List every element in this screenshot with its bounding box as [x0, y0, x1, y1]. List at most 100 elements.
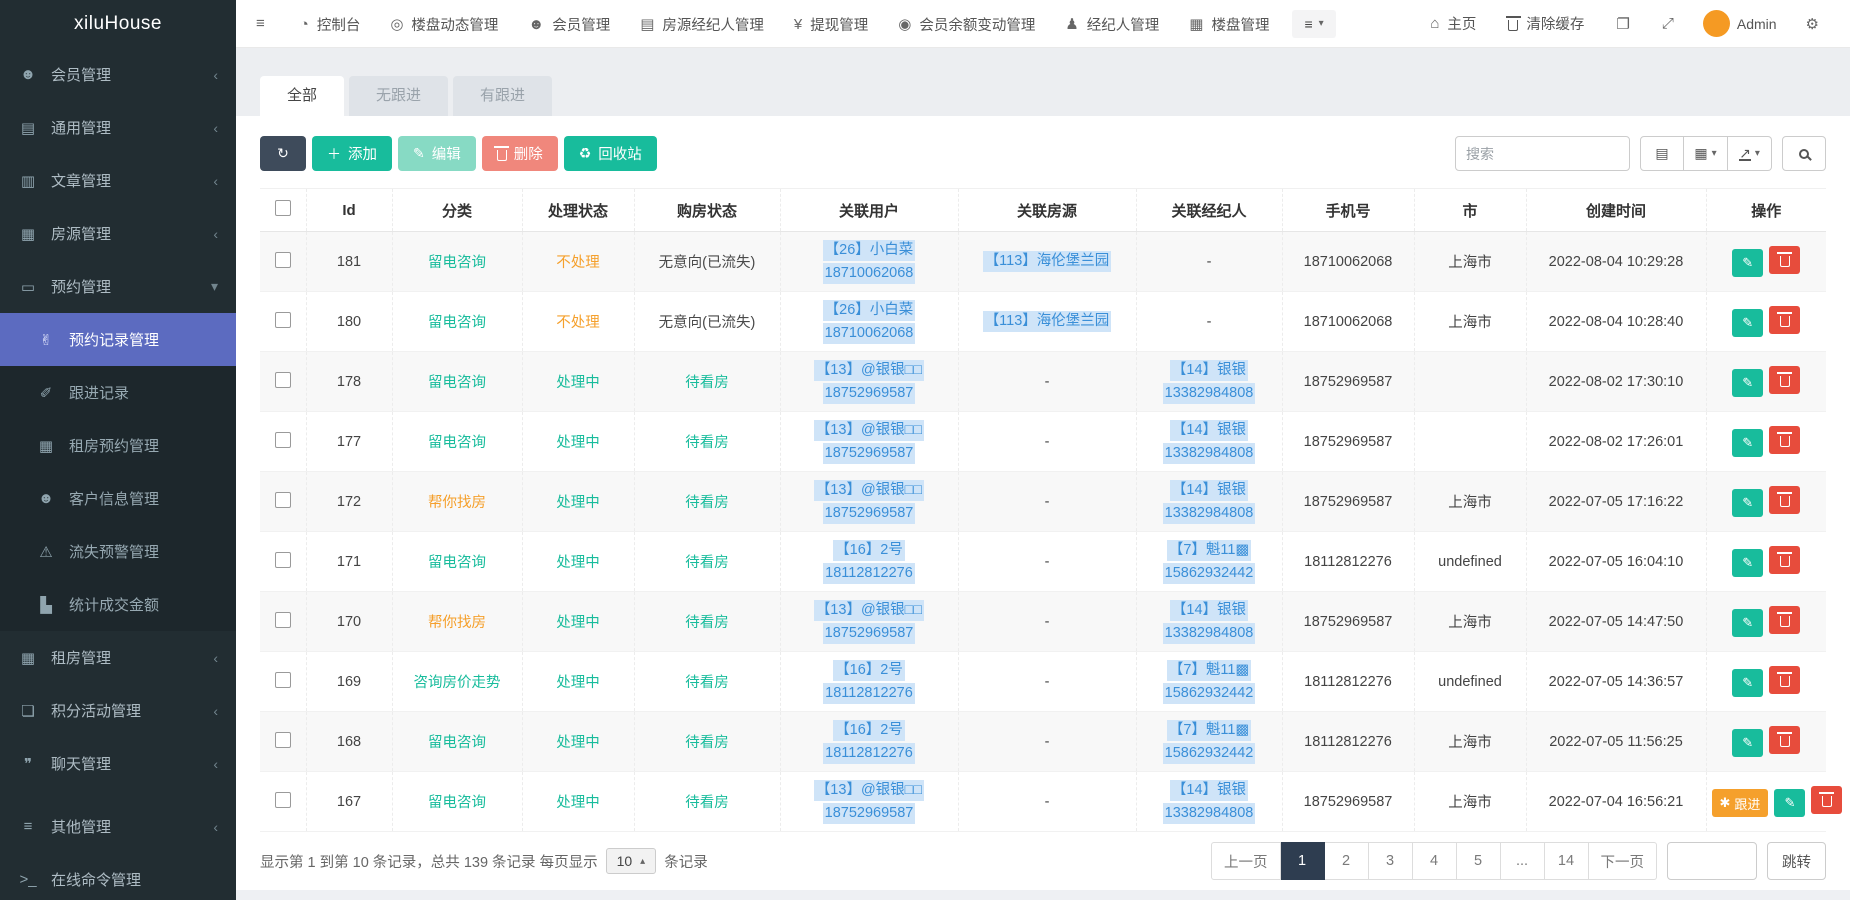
row-delete-button[interactable]	[1769, 246, 1800, 274]
edit-button[interactable]: ✎编辑	[398, 136, 476, 171]
user-link[interactable]: 18112812276	[823, 563, 915, 584]
columns-button[interactable]: ▦▾	[1684, 136, 1728, 171]
fullscreen-button[interactable]: ⤢	[1647, 0, 1689, 48]
user-link[interactable]: 【16】2号	[833, 720, 905, 741]
row-checkbox[interactable]	[275, 552, 291, 568]
jump-button[interactable]: 跳转	[1767, 842, 1826, 880]
sidebar-item-link[interactable]: >_在线命令管理	[0, 853, 236, 900]
user-link[interactable]: 18710062068	[823, 263, 916, 284]
row-checkbox[interactable]	[275, 732, 291, 748]
agent-link[interactable]: 13382984808	[1163, 443, 1256, 464]
topnav-item[interactable]: ♟经纪人管理	[1050, 0, 1174, 48]
delete-button[interactable]: 删除	[482, 136, 558, 171]
page-button[interactable]: 5	[1457, 842, 1501, 880]
user-link[interactable]: 【16】2号	[833, 660, 905, 681]
sidebar-item-link[interactable]: ▥文章管理‹	[0, 154, 236, 207]
topnav-item[interactable]: ¥提现管理	[779, 0, 883, 48]
sidebar-item-link[interactable]: ☻客户信息管理	[0, 472, 236, 525]
sidebar-item-link[interactable]: ☻会员管理‹	[0, 48, 236, 101]
row-delete-button[interactable]	[1811, 786, 1842, 814]
row-delete-button[interactable]	[1769, 546, 1800, 574]
sidebar-item-link[interactable]: ▭预约管理▾	[0, 260, 236, 313]
row-delete-button[interactable]	[1769, 306, 1800, 334]
export-button[interactable]: ↗▾	[1728, 136, 1772, 171]
user-link[interactable]: 18752969587	[823, 443, 916, 464]
brand-logo[interactable]: xiluHouse	[0, 0, 236, 48]
user-link[interactable]: 18112812276	[823, 683, 915, 704]
row-edit-button[interactable]: ✎	[1732, 609, 1763, 637]
row-delete-button[interactable]	[1769, 366, 1800, 394]
row-checkbox[interactable]	[275, 312, 291, 328]
page-size-select[interactable]: 10 ▴	[606, 848, 657, 874]
sidebar-item-link[interactable]: ▙统计成交金额	[0, 578, 236, 631]
page-button[interactable]: 1	[1281, 842, 1325, 880]
sidebar-item-link[interactable]: ▤通用管理‹	[0, 101, 236, 154]
row-delete-button[interactable]	[1769, 726, 1800, 754]
user-link[interactable]: 【13】@银银□□	[814, 360, 924, 381]
row-delete-button[interactable]	[1769, 486, 1800, 514]
row-edit-button[interactable]: ✎	[1732, 249, 1763, 277]
row-edit-button[interactable]: ✎	[1732, 369, 1763, 397]
toggle-view-button[interactable]: ▤	[1640, 136, 1684, 171]
topnav-item[interactable]: ◔控制台	[285, 0, 376, 48]
reader-mode-button[interactable]: ❐	[1601, 0, 1644, 48]
user-link[interactable]: 【13】@银银□□	[814, 780, 924, 801]
sidebar-item-active[interactable]: ✌预约记录管理	[0, 313, 236, 366]
topnav-item[interactable]: ☻会员管理	[513, 0, 625, 48]
row-edit-button[interactable]: ✎	[1732, 309, 1763, 337]
user-link[interactable]: 18752969587	[823, 383, 916, 404]
house-link[interactable]: 【113】海伦堡兰园	[983, 251, 1112, 272]
tab-inactive[interactable]: 无跟进	[349, 76, 448, 116]
row-delete-button[interactable]	[1769, 426, 1800, 454]
page-button[interactable]: 14	[1545, 842, 1589, 880]
row-edit-button[interactable]: ✎	[1732, 669, 1763, 697]
user-link[interactable]: 【13】@银银□□	[814, 600, 924, 621]
user-link[interactable]: 【13】@银银□□	[814, 420, 924, 441]
sidebar-item-link[interactable]: ✐跟进记录	[0, 366, 236, 419]
more-menu-dropdown[interactable]: ≡ ▾	[1292, 10, 1335, 38]
page-button[interactable]: 上一页	[1211, 842, 1281, 880]
admin-user-menu[interactable]: Admin	[1691, 10, 1789, 37]
row-checkbox[interactable]	[275, 792, 291, 808]
row-checkbox[interactable]	[275, 252, 291, 268]
sidebar-item-link[interactable]: ❏积分活动管理‹	[0, 684, 236, 737]
user-link[interactable]: 【26】小白菜	[823, 300, 916, 321]
sidebar-item-link[interactable]: ❞聊天管理‹	[0, 737, 236, 790]
user-link[interactable]: 【26】小白菜	[823, 240, 916, 261]
add-button[interactable]: ＋添加	[312, 136, 392, 171]
user-link[interactable]: 【16】2号	[833, 540, 905, 561]
agent-link[interactable]: 【7】魁11▩	[1167, 720, 1251, 741]
agent-link[interactable]: 13382984808	[1163, 623, 1256, 644]
agent-link[interactable]: 【14】银银	[1170, 600, 1248, 621]
row-edit-button[interactable]: ✎	[1774, 789, 1805, 817]
user-link[interactable]: 18710062068	[823, 323, 916, 344]
agent-link[interactable]: 15862932442	[1163, 743, 1256, 764]
agent-link[interactable]: 【7】魁11▩	[1167, 540, 1251, 561]
agent-link[interactable]: 15862932442	[1163, 563, 1256, 584]
row-checkbox[interactable]	[275, 372, 291, 388]
agent-link[interactable]: 【7】魁11▩	[1167, 660, 1251, 681]
row-delete-button[interactable]	[1769, 606, 1800, 634]
clear-cache-button[interactable]: 清除缓存	[1493, 0, 1599, 48]
page-button[interactable]: ...	[1501, 842, 1545, 880]
agent-link[interactable]: 13382984808	[1163, 803, 1256, 824]
agent-link[interactable]: 13382984808	[1163, 503, 1256, 524]
search-button[interactable]	[1782, 136, 1826, 171]
user-link[interactable]: 18752969587	[823, 623, 916, 644]
tab-active[interactable]: 全部	[260, 76, 344, 116]
user-link[interactable]: 18112812276	[823, 743, 915, 764]
follow-button[interactable]: ✱跟进	[1712, 789, 1769, 817]
agent-link[interactable]: 15862932442	[1163, 683, 1256, 704]
recycle-bin-button[interactable]: ♻回收站	[564, 136, 657, 171]
row-checkbox[interactable]	[275, 492, 291, 508]
topnav-item[interactable]: ◎楼盘动态管理	[375, 0, 513, 48]
user-link[interactable]: 18752969587	[823, 503, 916, 524]
topnav-item[interactable]: ◉会员余额变动管理	[883, 0, 1050, 48]
sidebar-toggle-button[interactable]: ≡	[236, 0, 285, 48]
page-button[interactable]: 2	[1325, 842, 1369, 880]
row-delete-button[interactable]	[1769, 666, 1800, 694]
tab-inactive[interactable]: 有跟进	[453, 76, 552, 116]
agent-link[interactable]: 【14】银银	[1170, 480, 1248, 501]
agent-link[interactable]: 【14】银银	[1170, 360, 1248, 381]
search-input[interactable]	[1455, 136, 1630, 171]
